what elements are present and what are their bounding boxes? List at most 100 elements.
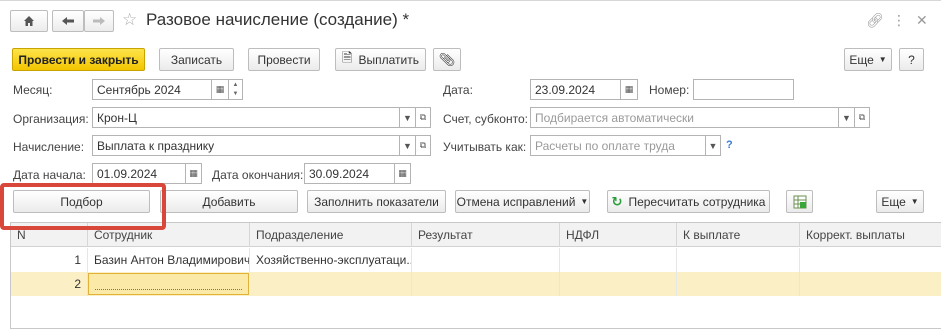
calendar-icon: ▦ [189,168,198,178]
calendar-icon: ▦ [624,84,634,94]
recalculate-employee-button[interactable]: ↻ Пересчитать сотрудника [607,190,770,213]
table-row[interactable]: 1 Базин Антон Владимирович Хозяйственно-… [11,248,941,272]
cell-employee[interactable]: Базин Антон Владимирович [88,248,250,272]
link-icon[interactable]: 🔗︎ [866,12,884,29]
home-icon [24,16,34,26]
post-button[interactable]: Провести [248,48,320,71]
end-date-field[interactable]: 30.09.2024 [304,163,395,184]
account-dropdown[interactable]: ▼ [839,107,855,128]
add-button[interactable]: Добавить [160,190,298,213]
table-add-icon [793,195,806,208]
cell-ndfl[interactable] [560,248,677,272]
column-header-pay-correction[interactable]: Коррект. выплаты [800,223,941,247]
column-header-to-pay[interactable]: К выплате [677,223,800,247]
table-settings-button[interactable] [786,190,813,213]
more-label: Еще [849,52,874,67]
month-field[interactable]: Сентябрь 2024 [92,79,212,100]
organization-dropdown[interactable]: ▼ [400,107,416,128]
cell-pay-correction[interactable] [800,248,941,272]
calendar-button[interactable]: ▦ [212,79,229,100]
consider-as-help-icon[interactable]: ? [726,139,733,151]
dropdown-arrow-icon: ▼ [842,112,851,123]
dropdown-arrow-icon: ▼ [878,55,887,64]
back-button[interactable] [52,10,84,32]
document-icon: 🗎 [342,49,353,65]
recalculate-label: Пересчитать сотрудника [628,194,766,209]
accrual-field[interactable]: Выплата к празднику [92,135,400,156]
accrual-open-button[interactable]: ⧉ [416,135,431,156]
consider-as-dropdown[interactable]: ▼ [706,135,721,156]
cell-to-pay[interactable] [677,272,800,296]
start-date-calendar-button[interactable]: ▦ [186,163,202,184]
cell-pay-correction[interactable] [800,272,941,296]
cell-ndfl[interactable] [560,272,677,296]
number-label: Номер: [649,83,690,97]
post-and-close-button[interactable]: Провести и закрыть [12,48,145,71]
back-arrow-icon [62,17,74,25]
month-spinner[interactable]: ▲ ▼ [229,79,243,100]
open-link-icon: ⧉ [419,140,427,150]
cancel-corrections-label: Отмена исправлений [456,194,576,209]
window-top-border [0,0,941,4]
start-date-label: Дата начала: [13,168,86,182]
table-more-button[interactable]: Еще ▼ [876,190,924,213]
toolbar-more-button[interactable]: Еще ▼ [844,48,892,71]
dropdown-arrow-icon: ▼ [403,112,412,123]
account-field[interactable]: Подбирается автоматически [530,107,839,128]
organization-field[interactable]: Крон-Ц [92,107,400,128]
forward-arrow-icon [93,17,105,25]
forward-button[interactable] [84,10,114,32]
employee-edit-cell[interactable] [88,273,249,295]
calendar-icon: ▦ [398,168,407,178]
cancel-corrections-button[interactable]: Отмена исправлений ▼ [455,190,590,213]
more-icon[interactable]: ⋮ [892,12,906,29]
account-open-button[interactable]: ⧉ [855,107,870,128]
cell-n: 2 [11,272,88,296]
cell-department[interactable] [250,272,412,296]
end-date-label: Дата окончания: [212,168,304,182]
paperclip-icon: 📎︎ [438,51,456,67]
cell-result[interactable] [412,272,560,296]
organization-open-button[interactable]: ⧉ [416,107,431,128]
pay-button-label: Выплатить [358,52,419,67]
highlight-frame [0,183,166,230]
calendar-icon: ▦ [215,84,225,94]
cell-department[interactable]: Хозяйственно-эксплуатаци... [250,248,412,272]
column-header-department[interactable]: Подразделение [250,223,412,247]
close-icon[interactable]: ✕ [916,12,928,29]
accrual-dropdown[interactable]: ▼ [400,135,416,156]
help-button[interactable]: ? [899,48,924,71]
open-link-icon: ⧉ [419,112,427,122]
end-date-calendar-button[interactable]: ▦ [395,163,411,184]
consider-as-label: Учитывать как: [443,140,527,154]
cell-to-pay[interactable] [677,248,800,272]
dropdown-arrow-icon: ▼ [708,140,718,151]
attach-button[interactable]: 📎︎ [433,48,461,71]
pay-button[interactable]: 🗎 Выплатить [335,48,426,71]
date-calendar-button[interactable]: ▦ [621,79,638,100]
start-date-field[interactable]: 01.09.2024 [92,163,186,184]
favorite-star-icon[interactable]: ☆ [122,10,137,30]
date-label: Дата: [443,83,473,97]
column-header-result[interactable]: Результат [412,223,560,247]
dropdown-arrow-icon: ▼ [403,140,412,151]
number-field[interactable] [693,79,794,100]
month-label: Месяц: [13,83,53,97]
cell-result[interactable] [412,248,560,272]
dropdown-arrow-icon: ▼ [910,197,919,206]
table-more-label: Еще [881,194,906,209]
table-row-selected[interactable]: 2 [11,272,941,296]
spin-up-icon: ▲ [232,81,239,88]
fill-indicators-button[interactable]: Заполнить показатели [307,190,446,213]
open-link-icon: ⧉ [858,112,866,122]
accrual-label: Начисление: [13,140,85,154]
consider-as-field[interactable]: Расчеты по оплате труда [530,135,706,156]
cell-n: 1 [11,248,88,272]
column-header-ndfl[interactable]: НДФЛ [560,223,677,247]
date-field[interactable]: 23.09.2024 [530,79,621,100]
home-button[interactable] [10,10,48,32]
account-label: Счет, субконто: [443,112,528,126]
save-button[interactable]: Записать [159,48,234,71]
edit-cell-underline [95,289,242,290]
spin-down-icon: ▼ [232,91,239,98]
